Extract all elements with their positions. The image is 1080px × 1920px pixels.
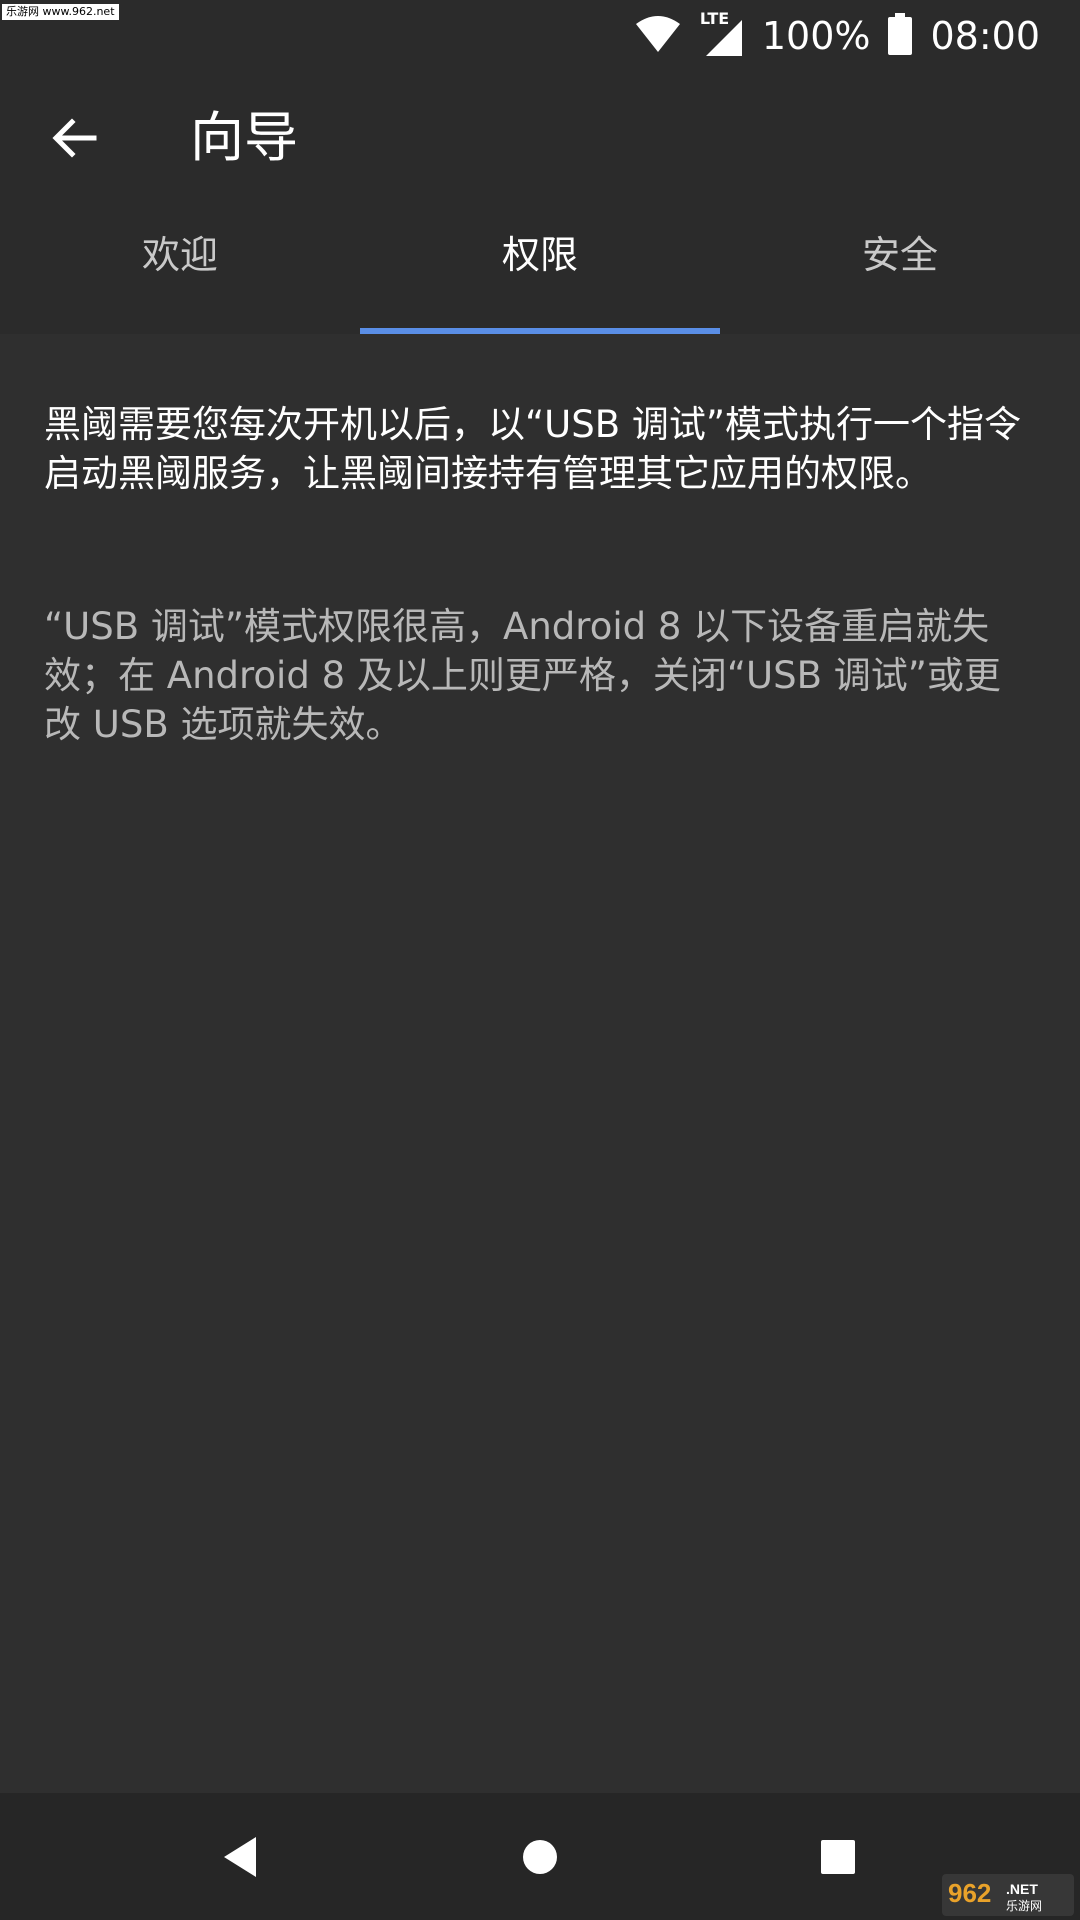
content: 黑阈需要您每次开机以后，以“USB 调试”模式执行一个指令启动黑阈服务，让黑阈间… bbox=[44, 400, 1034, 749]
tab-permissions-label: 权限 bbox=[501, 233, 578, 277]
screen: 乐游网 www.962.net LTE 100% 08:00 向导 欢迎 权限 … bbox=[0, 0, 1080, 1920]
circle-home-icon[interactable] bbox=[508, 1825, 572, 1889]
permission-description: 黑阈需要您每次开机以后，以“USB 调试”模式执行一个指令启动黑阈服务，让黑阈间… bbox=[44, 403, 1022, 495]
status-bar: LTE 100% 08:00 bbox=[634, 8, 1040, 64]
svg-text:乐游网: 乐游网 bbox=[1006, 1899, 1042, 1913]
tab-permissions[interactable]: 权限 bbox=[360, 228, 720, 334]
svg-text:962: 962 bbox=[948, 1878, 991, 1908]
clock: 08:00 bbox=[930, 14, 1040, 58]
tab-welcome[interactable]: 欢迎 bbox=[0, 228, 360, 334]
tab-security-label: 安全 bbox=[861, 233, 938, 277]
tab-security[interactable]: 安全 bbox=[720, 228, 1080, 334]
svg-text:.NET: .NET bbox=[1006, 1881, 1038, 1897]
tab-welcome-label: 欢迎 bbox=[141, 233, 218, 277]
signal-icon: LTE bbox=[700, 10, 744, 58]
nav-bar: 962 .NET 乐游网 bbox=[0, 1793, 1080, 1920]
app-bar: 向导 bbox=[0, 90, 1080, 186]
square-recents-icon[interactable] bbox=[806, 1825, 870, 1889]
watermark-logo: 962 .NET 乐游网 bbox=[942, 1874, 1074, 1916]
wifi-icon bbox=[634, 14, 682, 58]
page-title: 向导 bbox=[190, 106, 298, 169]
header: 乐游网 www.962.net LTE 100% 08:00 向导 欢迎 权限 … bbox=[0, 0, 1080, 334]
battery-percent: 100% bbox=[761, 14, 871, 58]
triangle-back-icon[interactable] bbox=[208, 1825, 272, 1889]
tab-indicator bbox=[360, 328, 720, 334]
watermark-top: 乐游网 www.962.net bbox=[2, 4, 119, 20]
arrow-left-icon[interactable] bbox=[46, 110, 102, 166]
usb-debug-note: “USB 调试”模式权限很高，Android 8 以下设备重启就失效；在 And… bbox=[44, 605, 1001, 746]
battery-icon bbox=[888, 13, 913, 59]
watermark-logo-image: 962 .NET 乐游网 bbox=[948, 1878, 1042, 1913]
tab-bar: 欢迎 权限 安全 bbox=[0, 228, 1080, 334]
